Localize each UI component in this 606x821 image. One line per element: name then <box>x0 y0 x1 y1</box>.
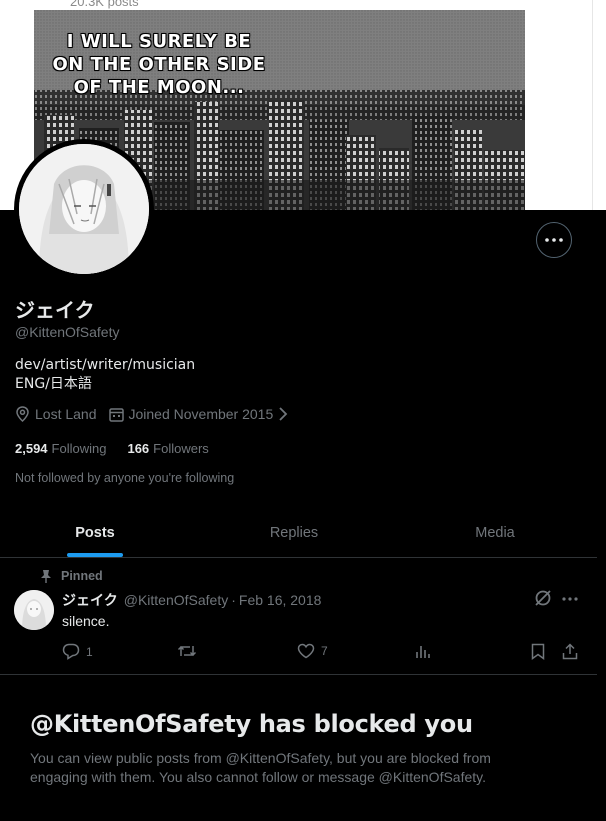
profile-meta: Lost Land Joined November 2015 <box>15 406 305 422</box>
pinned-label: Pinned <box>61 569 103 583</box>
profile-bio: dev/artist/writer/musician ENG/日本語 <box>15 356 195 394</box>
post-avatar-illustration <box>14 590 54 630</box>
post-header: ジェイク @KittenOfSafety · Feb 16, 2018 <box>62 590 321 610</box>
active-tab-indicator <box>67 553 123 557</box>
share-icon <box>562 643 578 660</box>
more-options-button[interactable] <box>536 222 572 258</box>
banner-caption-line: I WILL SURELY BE <box>66 31 252 52</box>
posts-count: 20.3K posts <box>70 0 139 9</box>
bio-line: dev/artist/writer/musician <box>15 357 196 373</box>
blocked-title: @KittenOfSafety has blocked you <box>30 710 473 738</box>
follow-counts: 2,594 Following 166 Followers <box>15 441 230 456</box>
following-link[interactable]: 2,594 Following <box>15 441 106 456</box>
pinned-post[interactable]: Pinned ジェイク @KittenOfSafety · Feb 16, 20… <box>0 559 597 675</box>
post-more-icon[interactable] <box>561 590 579 608</box>
display-name: ジェイク <box>15 298 95 322</box>
bookmark-icon <box>531 643 545 660</box>
reply-count: 1 <box>86 644 93 659</box>
profile-handle: @KittenOfSafety <box>15 324 120 340</box>
post-avatar[interactable] <box>14 590 54 630</box>
post-separator: · <box>231 592 236 608</box>
like-icon <box>297 643 315 659</box>
banner-caption: I WILL SURELY BE ON THE OTHER SIDE OF TH… <box>34 30 284 99</box>
banner-caption-line: OF THE MOON... <box>73 77 245 98</box>
post-text: silence. <box>62 613 110 629</box>
profile-avatar[interactable] <box>19 144 149 274</box>
followers-count: 166 <box>127 441 150 456</box>
repost-button[interactable] <box>177 643 203 659</box>
location-item: Lost Land <box>15 406 97 422</box>
followers-label: Followers <box>153 441 209 456</box>
post-author-name[interactable]: ジェイク <box>62 590 118 610</box>
blocked-message: You can view public posts from @KittenOf… <box>30 750 491 785</box>
tab-posts[interactable]: Posts <box>0 508 190 558</box>
tab-replies[interactable]: Replies <box>199 508 389 558</box>
post-date[interactable]: Feb 16, 2018 <box>239 592 322 608</box>
profile-tabs: Posts Replies Media <box>0 508 597 558</box>
reply-icon <box>62 643 80 660</box>
views-button[interactable] <box>415 643 437 659</box>
views-icon <box>416 646 430 658</box>
banner-caption-line: ON THE OTHER SIDE <box>52 54 266 75</box>
followers-link[interactable]: 166 Followers <box>127 441 208 456</box>
scrollbar-edge <box>592 0 593 210</box>
post-author-handle[interactable]: @KittenOfSafety <box>124 592 228 608</box>
post-actions: 1 7 <box>62 643 582 663</box>
like-count: 7 <box>321 644 328 658</box>
joined-text: Joined November 2015 <box>128 406 274 422</box>
calendar-icon <box>108 407 124 422</box>
not-followed-text: Not followed by anyone you're following <box>15 471 235 485</box>
share-button[interactable] <box>562 643 584 660</box>
tab-media[interactable]: Media <box>400 508 590 558</box>
like-button[interactable]: 7 <box>297 643 328 659</box>
chevron-right-icon <box>279 407 288 421</box>
location-text: Lost Land <box>35 406 97 422</box>
reply-button[interactable]: 1 <box>62 643 93 660</box>
repost-icon <box>177 645 197 657</box>
location-icon <box>16 406 29 422</box>
pinned-label-row: Pinned <box>40 569 103 583</box>
following-count: 2,594 <box>15 441 48 456</box>
grok-icon[interactable] <box>533 588 553 608</box>
avatar-illustration <box>19 144 149 274</box>
following-label: Following <box>51 441 107 456</box>
bookmark-button[interactable] <box>531 643 551 660</box>
pin-icon <box>41 570 51 583</box>
more-icon <box>545 238 563 242</box>
joined-item[interactable]: Joined November 2015 <box>108 406 294 422</box>
bio-line: ENG/日本語 <box>15 376 92 392</box>
